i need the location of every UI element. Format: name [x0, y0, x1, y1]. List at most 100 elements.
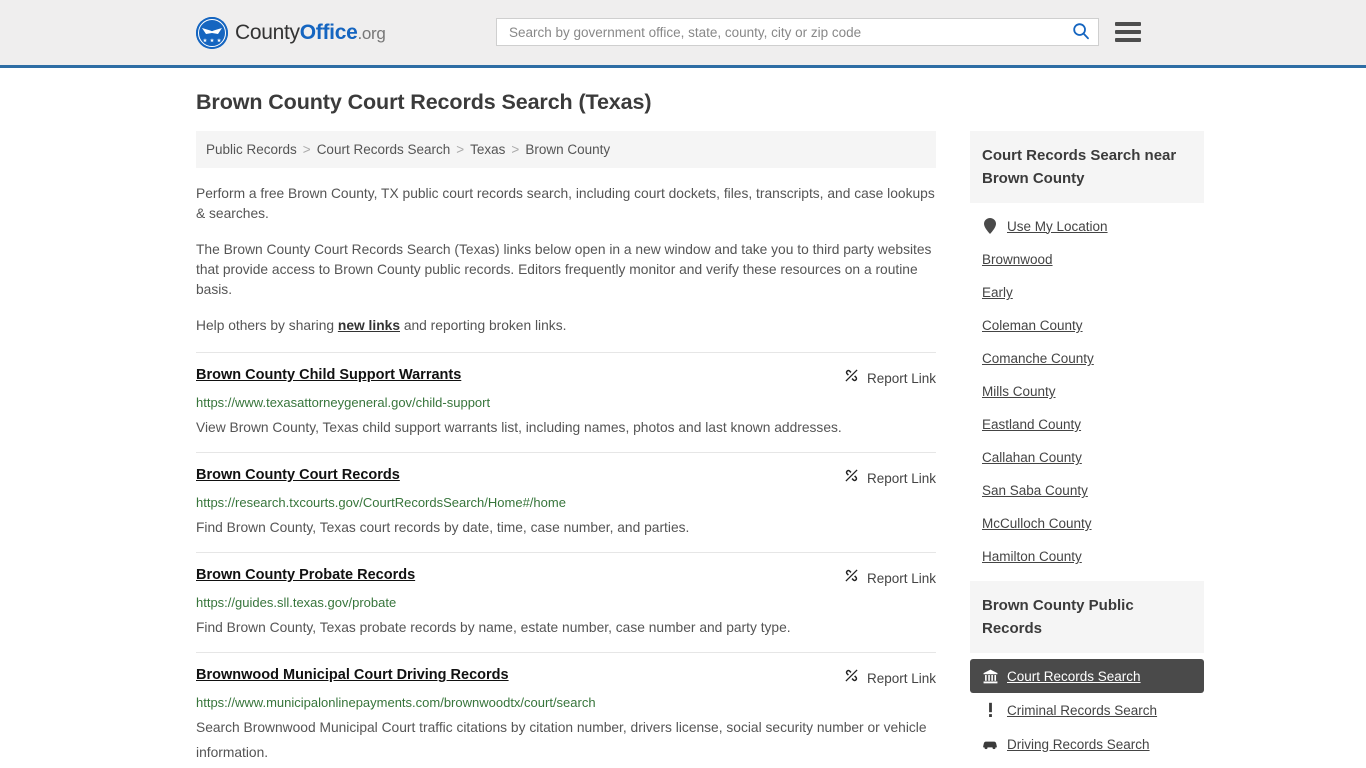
- search-button[interactable]: [1068, 19, 1094, 45]
- sidebar: Court Records Search near Brown County U…: [970, 131, 1204, 768]
- result-item: Brown County Court Records Report Link h…: [196, 452, 936, 552]
- result-url[interactable]: https://guides.sll.texas.gov/probate: [196, 594, 936, 611]
- result-header: Brownwood Municipal Court Driving Record…: [196, 666, 936, 689]
- sidebar-item-use-my-location[interactable]: Use My Location: [970, 209, 1204, 243]
- sidebar-item-comanche-county[interactable]: Comanche County: [970, 342, 1204, 375]
- public-records-panel-heading: Brown County Public Records: [970, 581, 1204, 653]
- breadcrumb-item-texas[interactable]: Texas: [470, 142, 505, 157]
- result-title-link[interactable]: Brown County Court Records: [196, 466, 400, 484]
- sidebar-item-label: Early: [982, 285, 1013, 300]
- site-logo[interactable]: CountyOffice.org: [196, 16, 386, 49]
- breadcrumb-separator: >: [511, 142, 520, 157]
- sidebar-item-label: Criminal Records Search: [1007, 702, 1158, 718]
- intro-text: Perform a free Brown County, TX public c…: [196, 184, 936, 336]
- result-title-link[interactable]: Brown County Child Support Warrants: [196, 366, 461, 384]
- result-description: Find Brown County, Texas probate records…: [196, 620, 791, 635]
- page-container: Brown County Court Records Search (Texas…: [0, 90, 1366, 768]
- report-link-button[interactable]: Report Link: [843, 366, 936, 389]
- eagle-seal-icon: [196, 16, 228, 49]
- sidebar-item-early[interactable]: Early: [970, 276, 1204, 309]
- hamburger-bar-3: [1115, 38, 1141, 42]
- nearby-panel-heading: Court Records Search near Brown County: [970, 131, 1204, 203]
- report-link-button[interactable]: Report Link: [843, 666, 936, 689]
- content-columns: Public Records > Court Records Search > …: [196, 131, 1204, 768]
- result-item: Brown County Probate Records Report Link: [196, 552, 936, 652]
- hamburger-menu-icon[interactable]: [1115, 22, 1141, 42]
- report-link-label: Report Link: [866, 670, 936, 686]
- result-url[interactable]: https://www.texasattorneygeneral.gov/chi…: [196, 394, 936, 411]
- breadcrumb-separator: >: [456, 142, 465, 157]
- sidebar-item-brownwood[interactable]: Brownwood: [970, 243, 1204, 276]
- sidebar-item-label: Use My Location: [1007, 218, 1108, 234]
- report-link-label: Report Link: [866, 470, 936, 486]
- breadcrumb-item-brown-county[interactable]: Brown County: [525, 142, 610, 157]
- broken-link-icon: [843, 667, 860, 689]
- result-header: Brown County Probate Records Report Link: [196, 566, 936, 589]
- sidebar-item-label: Driving Records Search: [1007, 736, 1150, 752]
- header-search-area: [496, 18, 1141, 46]
- report-link-label: Report Link: [866, 570, 936, 586]
- sidebar-item-callahan-county[interactable]: Callahan County: [970, 441, 1204, 474]
- page-title: Brown County Court Records Search (Texas…: [196, 90, 652, 114]
- sidebar-item-label: Coleman County: [982, 318, 1083, 333]
- car-icon: [982, 736, 998, 752]
- sidebar-item-label: Eastland County: [982, 417, 1082, 432]
- exclamation-icon: [982, 702, 998, 718]
- sidebar-item-label: Callahan County: [982, 450, 1082, 465]
- sidebar-item-label: Brownwood: [982, 252, 1053, 267]
- intro-p3-after: and reporting broken links.: [400, 318, 567, 333]
- broken-link-icon: [843, 367, 860, 389]
- intro-paragraph-1: Perform a free Brown County, TX public c…: [196, 186, 935, 221]
- sidebar-item-label: Comanche County: [982, 351, 1094, 366]
- result-title-link[interactable]: Brown County Probate Records: [196, 566, 415, 584]
- report-link-label: Report Link: [866, 370, 936, 386]
- sidebar-item-mcculloch-county[interactable]: McCulloch County: [970, 507, 1204, 540]
- result-description: Find Brown County, Texas court records b…: [196, 520, 690, 535]
- logo-text-org: .org: [357, 23, 386, 43]
- sidebar-item-label: Court Records Search: [1007, 668, 1141, 684]
- intro-paragraph-2: The Brown County Court Records Search (T…: [196, 242, 932, 297]
- public-records-panel: Brown County Public Records Court Record…: [970, 581, 1204, 761]
- nearby-panel: Court Records Search near Brown County U…: [970, 131, 1204, 573]
- intro-p3-before: Help others by sharing: [196, 318, 338, 333]
- logo-text-county: County: [235, 20, 300, 44]
- broken-link-icon: [843, 567, 860, 589]
- logo-text-office: Office: [299, 20, 358, 44]
- sidebar-item-label: McCulloch County: [982, 516, 1092, 531]
- sidebar-item-hamilton-county[interactable]: Hamilton County: [970, 540, 1204, 573]
- intro-paragraph-3: Help others by sharing new links and rep…: [196, 316, 936, 336]
- new-links-link[interactable]: new links: [338, 318, 400, 333]
- result-header: Brown County Court Records Report Link: [196, 466, 936, 489]
- result-item: Brown County Child Support Warrants Repo…: [196, 352, 936, 452]
- main-column: Public Records > Court Records Search > …: [196, 131, 936, 768]
- sidebar-item-eastland-county[interactable]: Eastland County: [970, 408, 1204, 441]
- report-link-button[interactable]: Report Link: [843, 566, 936, 589]
- report-link-button[interactable]: Report Link: [843, 466, 936, 489]
- sidebar-item-criminal-records-search[interactable]: Criminal Records Search: [970, 693, 1204, 727]
- search-box[interactable]: [496, 18, 1099, 46]
- sidebar-item-driving-records-search[interactable]: Driving Records Search: [970, 727, 1204, 761]
- hamburger-bar-1: [1115, 22, 1141, 26]
- sidebar-item-san-saba-county[interactable]: San Saba County: [970, 474, 1204, 507]
- result-description: Search Brownwood Municipal Court traffic…: [196, 720, 927, 760]
- result-description: View Brown County, Texas child support w…: [196, 420, 842, 435]
- sidebar-item-mills-county[interactable]: Mills County: [970, 375, 1204, 408]
- result-header: Brown County Child Support Warrants Repo…: [196, 366, 936, 389]
- public-records-panel-list: Court Records Search Criminal Records Se…: [970, 653, 1204, 761]
- breadcrumb-separator: >: [302, 142, 311, 157]
- result-url[interactable]: https://www.municipalonlinepayments.com/…: [196, 694, 936, 711]
- sidebar-item-label: San Saba County: [982, 483, 1088, 498]
- sidebar-item-coleman-county[interactable]: Coleman County: [970, 309, 1204, 342]
- result-item: Brownwood Municipal Court Driving Record…: [196, 652, 936, 768]
- logo-wordmark: CountyOffice.org: [235, 21, 386, 45]
- search-input[interactable]: [507, 23, 1068, 41]
- sidebar-item-court-records-search[interactable]: Court Records Search: [970, 659, 1204, 693]
- breadcrumb-item-court-records-search[interactable]: Court Records Search: [317, 142, 451, 157]
- result-url[interactable]: https://research.txcourts.gov/CourtRecor…: [196, 494, 936, 511]
- broken-link-icon: [843, 467, 860, 489]
- breadcrumb-item-public-records[interactable]: Public Records: [206, 142, 297, 157]
- site-header: CountyOffice.org: [0, 0, 1366, 68]
- courthouse-icon: [982, 668, 998, 684]
- result-title-link[interactable]: Brownwood Municipal Court Driving Record…: [196, 666, 509, 684]
- map-pin-icon: [982, 218, 998, 234]
